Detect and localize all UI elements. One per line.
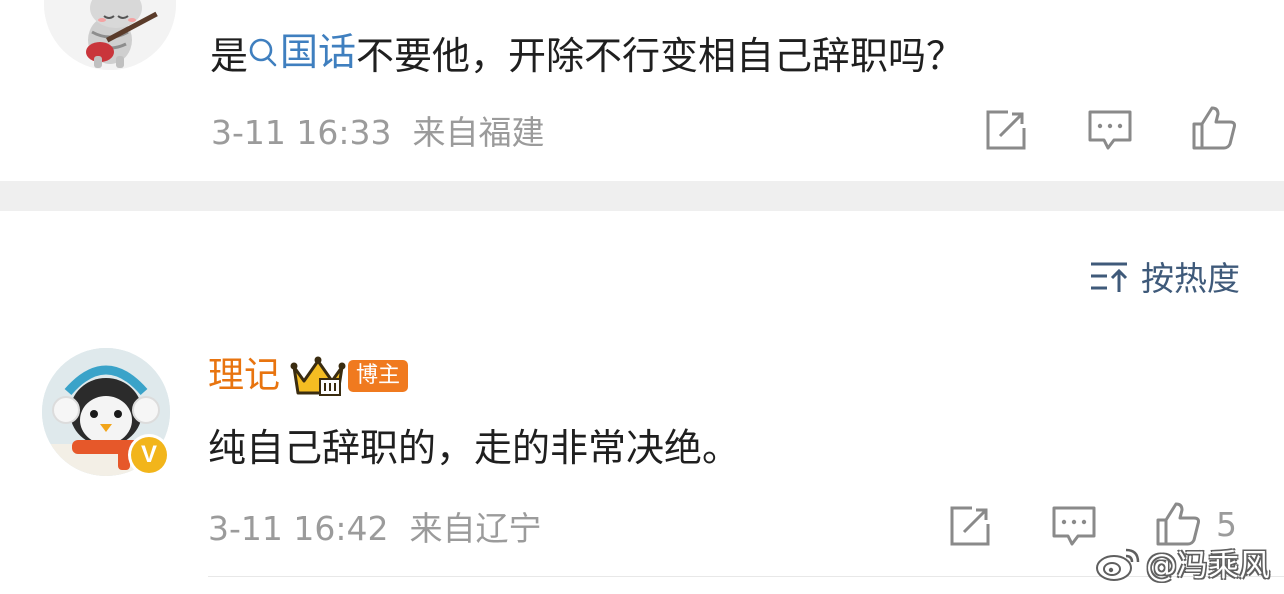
top-like-button[interactable] — [1190, 104, 1238, 152]
author-comment-time: 3-11 16:42 — [208, 509, 389, 548]
author-comment-location: 来自辽宁 — [409, 509, 542, 548]
avatar-cat[interactable] — [44, 0, 176, 70]
author-row: 理记 博主 — [208, 352, 409, 400]
top-comment-location: 来自福建 — [412, 113, 545, 152]
crown-icon — [290, 356, 346, 396]
top-comment-time: 3-11 16:33 — [211, 113, 392, 152]
topic-link[interactable]: 国话 — [248, 24, 356, 80]
top-comment-suffix: 不要他，开除不行变相自己辞职吗？ — [356, 34, 965, 78]
comment-icon — [1052, 506, 1096, 546]
author-name[interactable]: 理记 — [208, 352, 280, 400]
sort-by-heat-button[interactable]: 按热度 — [1089, 252, 1240, 300]
top-comment-button[interactable] — [1086, 106, 1134, 154]
watermark: @冯乘风 — [1094, 540, 1270, 585]
section-divider — [0, 181, 1284, 211]
topic-label[interactable]: 国话 — [280, 24, 356, 80]
verified-badge: V — [128, 434, 170, 476]
thumb-up-icon — [1192, 106, 1236, 150]
top-comment-prefix: 是 — [210, 34, 249, 78]
share-icon — [950, 506, 990, 546]
weibo-logo-icon — [1096, 548, 1140, 581]
author-comment-meta: 3-11 16:42 来自辽宁 — [208, 502, 541, 550]
top-comment-meta: 3-11 16:33 来自福建 — [211, 106, 544, 154]
top-share-button[interactable] — [982, 106, 1030, 154]
blogger-badge: 博主 — [348, 360, 409, 392]
author-comment-button[interactable] — [1050, 502, 1098, 550]
sort-icon — [1091, 262, 1128, 292]
search-icon — [249, 38, 277, 67]
share-icon — [986, 110, 1026, 150]
author-comment-text: 纯自己辞职的，走的非常决绝。 — [208, 426, 741, 470]
author-share-button[interactable] — [946, 502, 994, 550]
comment-icon — [1088, 110, 1132, 150]
top-comment-text: 是国话 不要他，开除不行变相自己辞职吗？ — [210, 24, 964, 84]
like-count: 5 — [1216, 504, 1237, 544]
verified-v-mark: V — [131, 437, 167, 473]
sort-label[interactable]: 按热度 — [1141, 252, 1240, 300]
watermark-text: @冯乘风 — [1146, 548, 1270, 584]
